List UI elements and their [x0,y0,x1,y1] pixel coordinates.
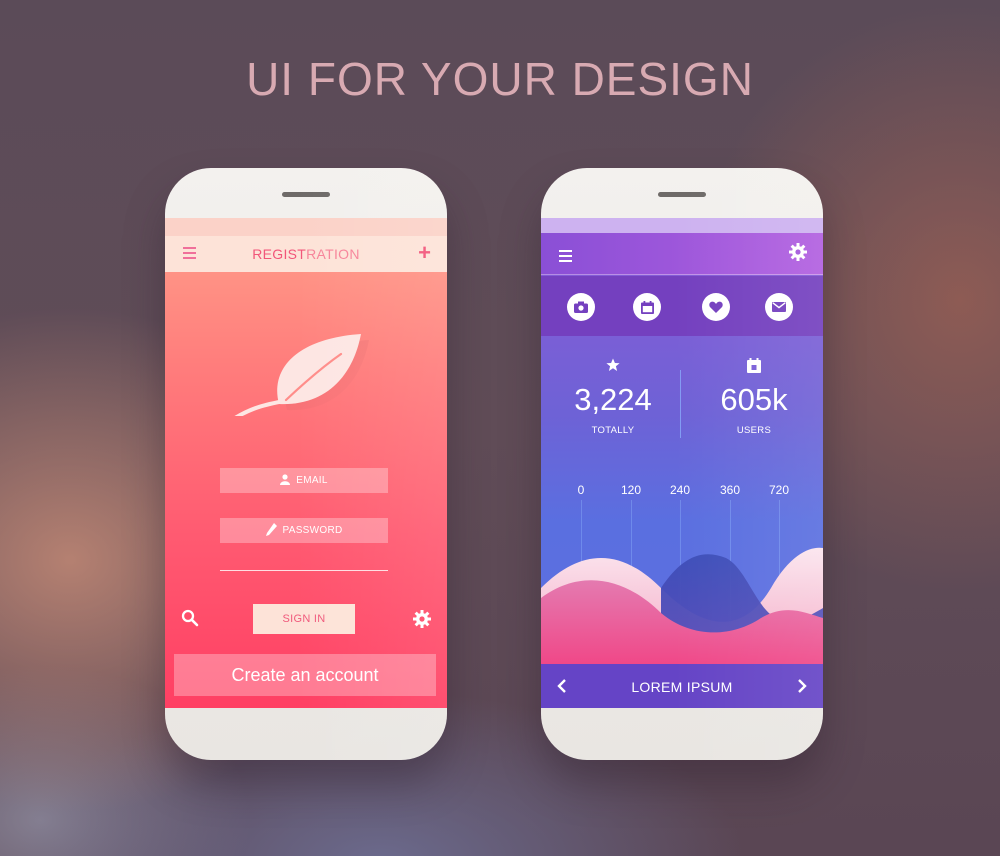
title-highlight: REGIST [252,246,307,262]
star-icon [543,358,683,374]
registration-phone: REGISTRATION + EMAIL PASSWORD SIGN IN Cr… [165,168,447,760]
stat-users: 605k USERS [684,358,823,436]
axis-tick-label: 0 [577,483,585,497]
create-account-button[interactable]: Create an account [174,654,436,696]
wave-chart [541,547,823,664]
calendar-icon[interactable] [633,293,661,321]
axis-tick-label: 120 [620,483,642,497]
leaf-icon [234,334,369,416]
phone-speaker [658,192,706,197]
sign-in-button[interactable]: SIGN IN [253,604,355,634]
chevron-right-icon[interactable] [797,679,807,693]
stats-panel: 3,224 TOTALLY 605k USERS [541,336,823,456]
chevron-left-icon[interactable] [557,679,567,693]
plus-icon[interactable]: + [418,242,431,264]
calendar-icon [684,358,823,374]
dashboard-header [541,233,823,275]
email-field[interactable]: EMAIL [220,468,388,493]
email-label: EMAIL [296,475,328,486]
gear-icon[interactable] [789,243,807,261]
camera-icon[interactable] [567,293,595,321]
password-label: PASSWORD [282,525,343,536]
gear-icon[interactable] [413,610,431,628]
hamburger-icon[interactable] [559,250,572,265]
registration-title: REGISTRATION [252,246,360,262]
registration-screen: REGISTRATION + EMAIL PASSWORD SIGN IN Cr… [165,218,447,708]
registration-header: REGISTRATION + [165,236,447,272]
stat-value: 3,224 [574,382,652,417]
stat-label: TOTALLY [591,425,635,436]
footer-title: LOREM IPSUM [631,679,733,695]
title-rest: RATION [306,246,360,262]
search-icon[interactable] [181,609,199,627]
stat-value: 605k [720,382,788,417]
hamburger-icon[interactable] [183,247,196,262]
dashboard-phone: 3,224 TOTALLY 605k USERS 0 120 240 360 7… [541,168,823,760]
axis-tick-label: 360 [719,483,741,497]
quick-actions-row [541,276,823,336]
stat-label: USERS [736,425,772,436]
pencil-icon [265,522,277,539]
heart-icon[interactable] [702,293,730,321]
stat-totally: 3,224 TOTALLY [543,358,683,436]
password-field[interactable]: PASSWORD [220,518,388,543]
axis-tick-label: 720 [768,483,790,497]
stats-divider [680,370,681,438]
status-strip [541,218,823,233]
status-strip [165,218,447,236]
user-icon [280,473,291,488]
mail-icon[interactable] [765,293,793,321]
dashboard-screen: 3,224 TOTALLY 605k USERS 0 120 240 360 7… [541,218,823,708]
dashboard-footer: LOREM IPSUM [541,664,823,708]
field-divider [220,570,388,571]
phone-speaker [282,192,330,197]
page-headline: UI FOR YOUR DESIGN [246,53,754,105]
axis-tick-label: 240 [669,483,691,497]
